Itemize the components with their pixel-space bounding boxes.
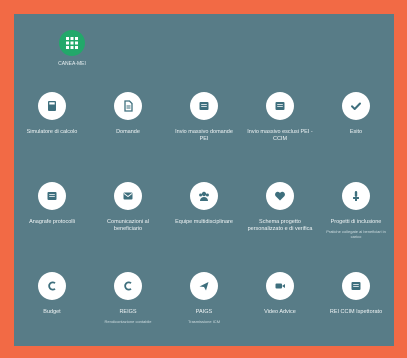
app-tile-label: Simulatore di calcolo xyxy=(26,129,78,135)
app-tile[interactable]: Equipe multidisciplinare xyxy=(166,182,242,272)
app-tile-canea-mei[interactable]: CANEA-MEI xyxy=(52,30,92,67)
list-icon xyxy=(38,182,66,210)
app-tile-label: Schema progetto personalizzato e di veri… xyxy=(247,219,313,232)
app-tile-sublabel: Pratiche collegate ai beneficiari in car… xyxy=(326,229,386,239)
video-icon xyxy=(266,272,294,300)
calculator-icon xyxy=(38,92,66,120)
app-tile-sublabel: Rendicontazione contabile xyxy=(104,319,152,324)
euro-icon xyxy=(38,272,66,300)
app-tile[interactable]: Progetti di inclusione Pratiche collegate… xyxy=(318,182,394,272)
app-tile[interactable]: Anagrafe protocolli xyxy=(14,182,90,272)
app-tile-label: Anagrafe protocolli xyxy=(29,219,75,225)
app-tile[interactable]: Simulatore di calcolo xyxy=(14,92,90,182)
list-icon xyxy=(342,272,370,300)
app-tile-label: REIGS xyxy=(119,309,137,315)
app-tile[interactable]: REI CCIM Ispettorato xyxy=(318,272,394,346)
document-icon xyxy=(114,92,142,120)
app-tile-label: CANEA-MEI xyxy=(58,61,86,67)
app-tile-label: Domande xyxy=(116,129,140,135)
app-tile[interactable]: Esito xyxy=(318,92,394,182)
euro-icon xyxy=(114,272,142,300)
app-tile[interactable]: PAIGS Trasmissione ICM xyxy=(166,272,242,346)
app-tile[interactable]: Invio massivo esclusi PEI - CCIM xyxy=(242,92,318,182)
app-tile-label: Video Advice xyxy=(264,309,296,315)
app-tile-label: Invio massivo domande PEI xyxy=(175,129,233,142)
list-icon xyxy=(266,92,294,120)
app-tile-label: REI CCIM Ispettorato xyxy=(329,309,383,315)
app-tile-label: Equipe multidisciplinare xyxy=(175,219,233,225)
grid-icon xyxy=(59,30,85,56)
app-tile-label: Comunicazioni al beneficiario xyxy=(107,219,149,232)
list-icon xyxy=(190,92,218,120)
app-tile[interactable]: Schema progetto personalizzato e di veri… xyxy=(242,182,318,272)
team-icon xyxy=(190,182,218,210)
app-tile-sublabel: Trasmissione ICM xyxy=(187,319,221,324)
app-tile[interactable]: Comunicazioni al beneficiario xyxy=(90,182,166,272)
heart-icon xyxy=(266,182,294,210)
app-tile-label: Progetti di inclusione xyxy=(330,219,382,225)
app-tile-label: Budget xyxy=(43,309,61,315)
app-tile[interactable]: REIGS Rendicontazione contabile xyxy=(90,272,166,346)
app-tile[interactable]: Video Advice xyxy=(242,272,318,346)
app-tile[interactable]: Invio massivo domande PEI xyxy=(166,92,242,182)
mail-icon xyxy=(114,182,142,210)
app-tile[interactable]: Domande xyxy=(90,92,166,182)
app-launcher-screen: CANEA-MEI Simulatore di calcolo Domande In… xyxy=(14,14,394,346)
send-icon xyxy=(190,272,218,300)
app-tile-grid: Simulatore di calcolo Domande Invio massiv… xyxy=(14,92,394,346)
app-tile[interactable]: Budget xyxy=(14,272,90,346)
app-tile-label: Esito xyxy=(349,129,363,135)
thumb-up-icon xyxy=(342,182,370,210)
app-tile-label: PAIGS xyxy=(195,309,213,315)
check-icon xyxy=(342,92,370,120)
app-tile-label: Invio massivo esclusi PEI - CCIM xyxy=(247,129,313,142)
